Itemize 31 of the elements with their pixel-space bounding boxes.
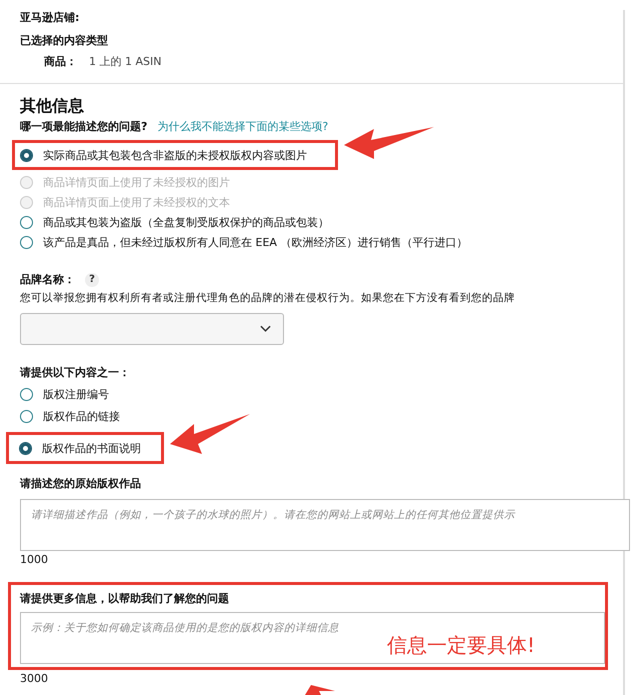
item-value: 1 上的 1 ASIN <box>89 54 162 69</box>
radio-button[interactable] <box>19 442 32 454</box>
description-field[interactable]: 请详细描述作品（例如，一个孩子的水球的照片）。请在您的网站上或网站上的任何其他位置提供示 <box>20 499 630 551</box>
radio-button[interactable] <box>20 388 33 400</box>
radio-option[interactable]: 该产品是真品，但未经过版权所有人同意在 EEA （欧洲经济区）进行销售（平行进口） <box>20 234 623 250</box>
radio-button[interactable] <box>20 410 33 422</box>
store-label: 亚马逊店铺: <box>20 10 80 25</box>
character-counter: 3000 <box>20 672 48 685</box>
chevron-down-icon <box>260 325 271 333</box>
radio-button[interactable] <box>20 216 33 228</box>
describe-label: 请描述您的原始版权作品 <box>20 476 142 491</box>
radio-option[interactable]: 版权作品的书面说明 <box>19 440 141 456</box>
help-icon[interactable]: ? <box>85 272 99 286</box>
radio-option[interactable]: 版权作品的链接 <box>20 408 623 424</box>
more-info-label: 请提供更多信息，以帮助我们了解您的问题 <box>20 591 229 606</box>
brand-description: 您可以举报您拥有权利所有者或注册代理角色的品牌的潜在侵权行为。如果您在下方没有看到您的品牌 <box>20 291 516 305</box>
radio-option[interactable]: 实际商品或其包装包含非盗版的未授权版权内容或图片 <box>20 147 307 163</box>
help-link[interactable]: 为什么我不能选择下面的某些选项? <box>157 119 328 134</box>
brand-label: 品牌名称： <box>20 272 75 287</box>
annotation-note: 信息一定要具体! <box>386 632 535 659</box>
radio-button[interactable] <box>20 148 33 162</box>
provide-label: 请提供以下内容之一： <box>20 365 131 380</box>
question-label: 哪一项最能描述您的问题? <box>20 119 148 134</box>
item-label: 商品： <box>44 54 77 69</box>
content-type-label: 已选择的内容类型 <box>20 33 109 48</box>
character-counter: 1000 <box>20 553 48 566</box>
radio-option[interactable]: 版权注册编号 <box>20 386 623 402</box>
arrow-annotation <box>305 685 335 695</box>
radio-button[interactable] <box>20 236 33 248</box>
radio-option[interactable]: 商品或其包装为盗版（全盘复制受版权保护的商品或包装） <box>20 214 623 230</box>
section-title: 其他信息 <box>20 96 85 117</box>
